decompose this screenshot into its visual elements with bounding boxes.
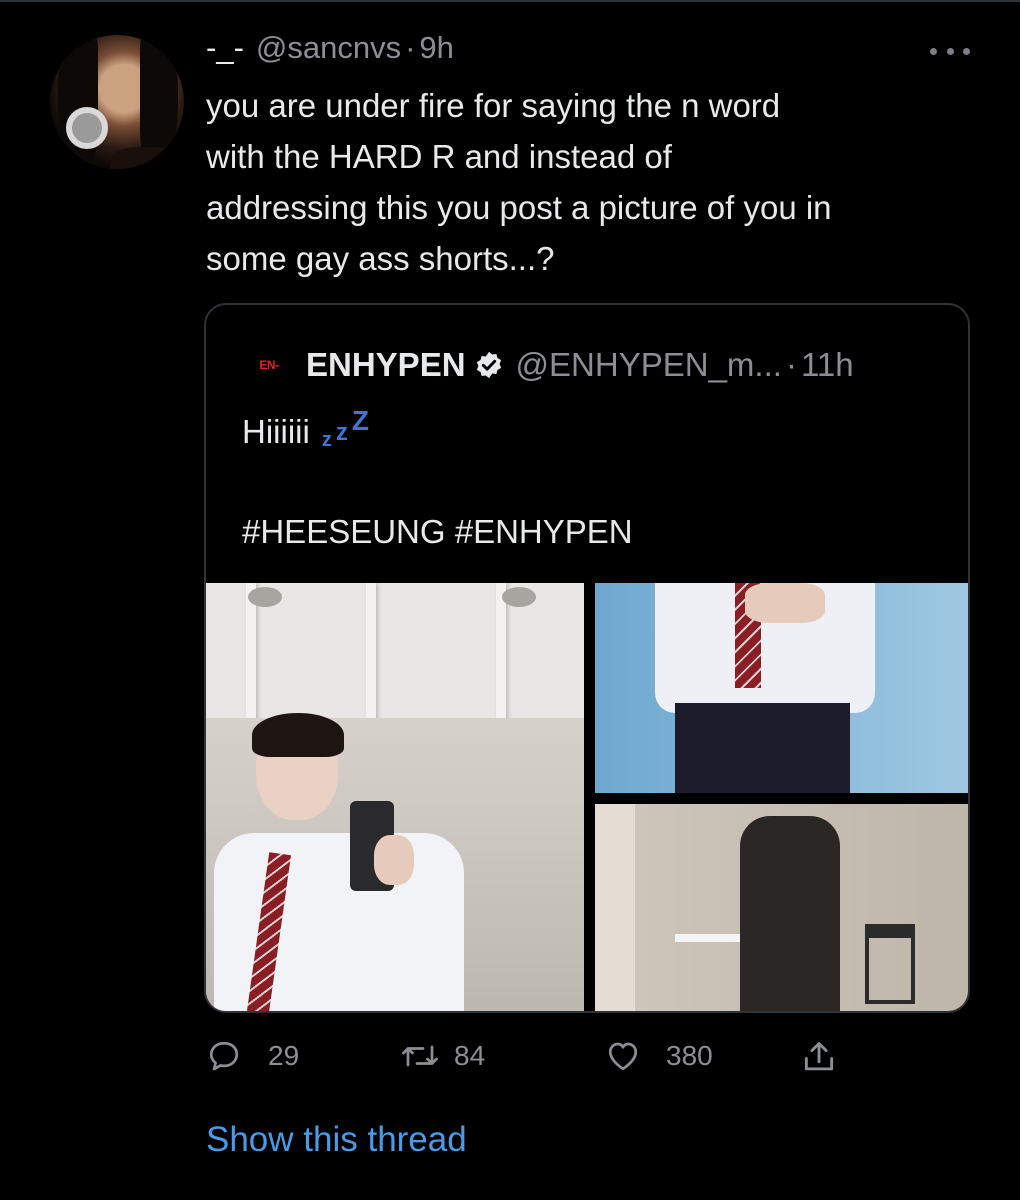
quoted-text-line-1: Hiiiiii z z Z bbox=[242, 405, 372, 451]
share-button[interactable] bbox=[800, 1038, 838, 1076]
reply-bubble-icon bbox=[209, 1041, 239, 1071]
tweet-actions: 29 84 380 bbox=[0, 1030, 1020, 1082]
separator-dot: · bbox=[785, 346, 797, 383]
user-handle[interactable]: @sancnvs bbox=[256, 30, 401, 66]
media-grid bbox=[206, 583, 968, 1011]
zzz-emoji-icon: z z Z bbox=[321, 405, 369, 451]
quoted-display-name[interactable]: ENHYPEN bbox=[306, 346, 466, 384]
retweet-count: 84 bbox=[454, 1040, 486, 1071]
reply-button[interactable]: 29 bbox=[206, 1038, 299, 1074]
enhypen-logo: EN- bbox=[259, 358, 279, 372]
like-count: 380 bbox=[666, 1040, 713, 1071]
verified-badge-icon bbox=[476, 351, 501, 379]
quoted-hashtags[interactable]: #HEESEUNG #ENHYPEN bbox=[242, 513, 633, 551]
quoted-tweet[interactable]: EN- ENHYPEN @ENHYPEN_m... · 11h Hiiiiii … bbox=[204, 303, 970, 1013]
media-image-2[interactable] bbox=[595, 583, 968, 793]
quoted-greeting: Hiiiiii bbox=[242, 413, 310, 450]
tweet-text: you are under fire for saying the n word… bbox=[206, 87, 832, 277]
quoted-tweet-header: EN- ENHYPEN @ENHYPEN_m... · 11h bbox=[246, 343, 854, 387]
quoted-handle[interactable]: @ENHYPEN_m... bbox=[516, 346, 782, 384]
share-icon bbox=[804, 1042, 834, 1071]
reply-count: 29 bbox=[268, 1040, 300, 1071]
retweet-button[interactable]: 84 bbox=[400, 1038, 485, 1074]
media-image-3[interactable] bbox=[595, 804, 968, 1011]
quoted-time[interactable]: 11h bbox=[801, 346, 854, 384]
more-horizontal-icon[interactable] bbox=[930, 48, 970, 60]
media-image-1[interactable] bbox=[206, 583, 584, 1011]
tweet-time[interactable]: 9h bbox=[419, 30, 453, 66]
heart-icon bbox=[608, 1042, 638, 1071]
show-thread-link[interactable]: Show this thread bbox=[206, 1120, 467, 1160]
top-divider bbox=[0, 0, 1020, 2]
retweet-icon bbox=[402, 1045, 438, 1067]
avatar[interactable] bbox=[50, 35, 184, 169]
display-name[interactable]: -_- bbox=[206, 30, 244, 66]
tweet-header: -_- @sancnvs · 9h bbox=[206, 30, 454, 70]
separator-dot: · bbox=[405, 30, 416, 65]
like-button[interactable]: 380 bbox=[604, 1038, 713, 1074]
